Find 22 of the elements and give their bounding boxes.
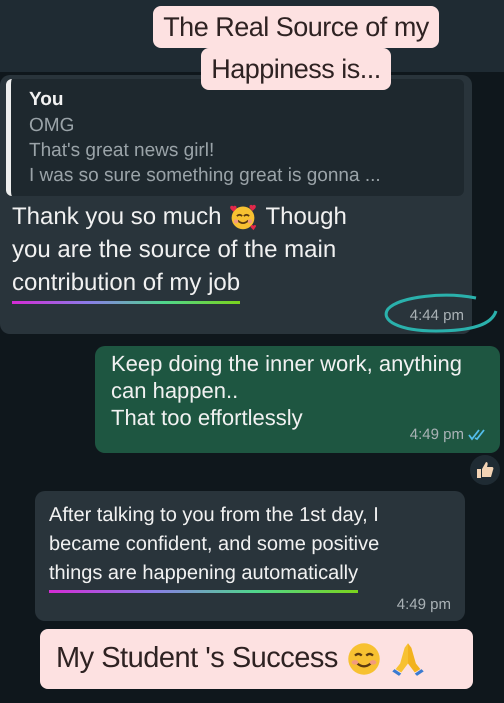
quote-text: That's great news girl!	[29, 139, 216, 163]
caption-text: The Real Source of my	[153, 6, 439, 48]
message-text: Though	[265, 202, 347, 232]
message-text: After talking to you from the 1st day, I	[49, 503, 379, 528]
message-text: became confident, and some positive	[49, 532, 380, 557]
message-text: you are the source of the main	[12, 235, 336, 265]
caption-text: My Student 's Success	[56, 641, 338, 676]
message-text: That too effortlessly	[111, 404, 303, 431]
caption-text: Happiness is...	[201, 48, 391, 90]
message-time: 4:49 pm	[396, 596, 451, 613]
thumbs-up-icon	[475, 460, 495, 480]
message-text: can happen..	[111, 377, 238, 404]
folded-hands-icon	[390, 641, 426, 677]
message-time: 4:49 pm	[410, 426, 464, 443]
quote-text: I was so sure something great is gonna ...	[29, 164, 382, 188]
message-time: 4:44 pm	[410, 307, 464, 324]
quote-text: OMG	[29, 114, 76, 138]
message-text: Thank you so much	[12, 202, 222, 232]
smiling-face-hearts-icon	[229, 202, 258, 230]
message-text: Keep doing the inner work, anything	[111, 350, 462, 377]
quote-author: You	[29, 88, 64, 112]
smiling-face-icon	[346, 641, 382, 677]
